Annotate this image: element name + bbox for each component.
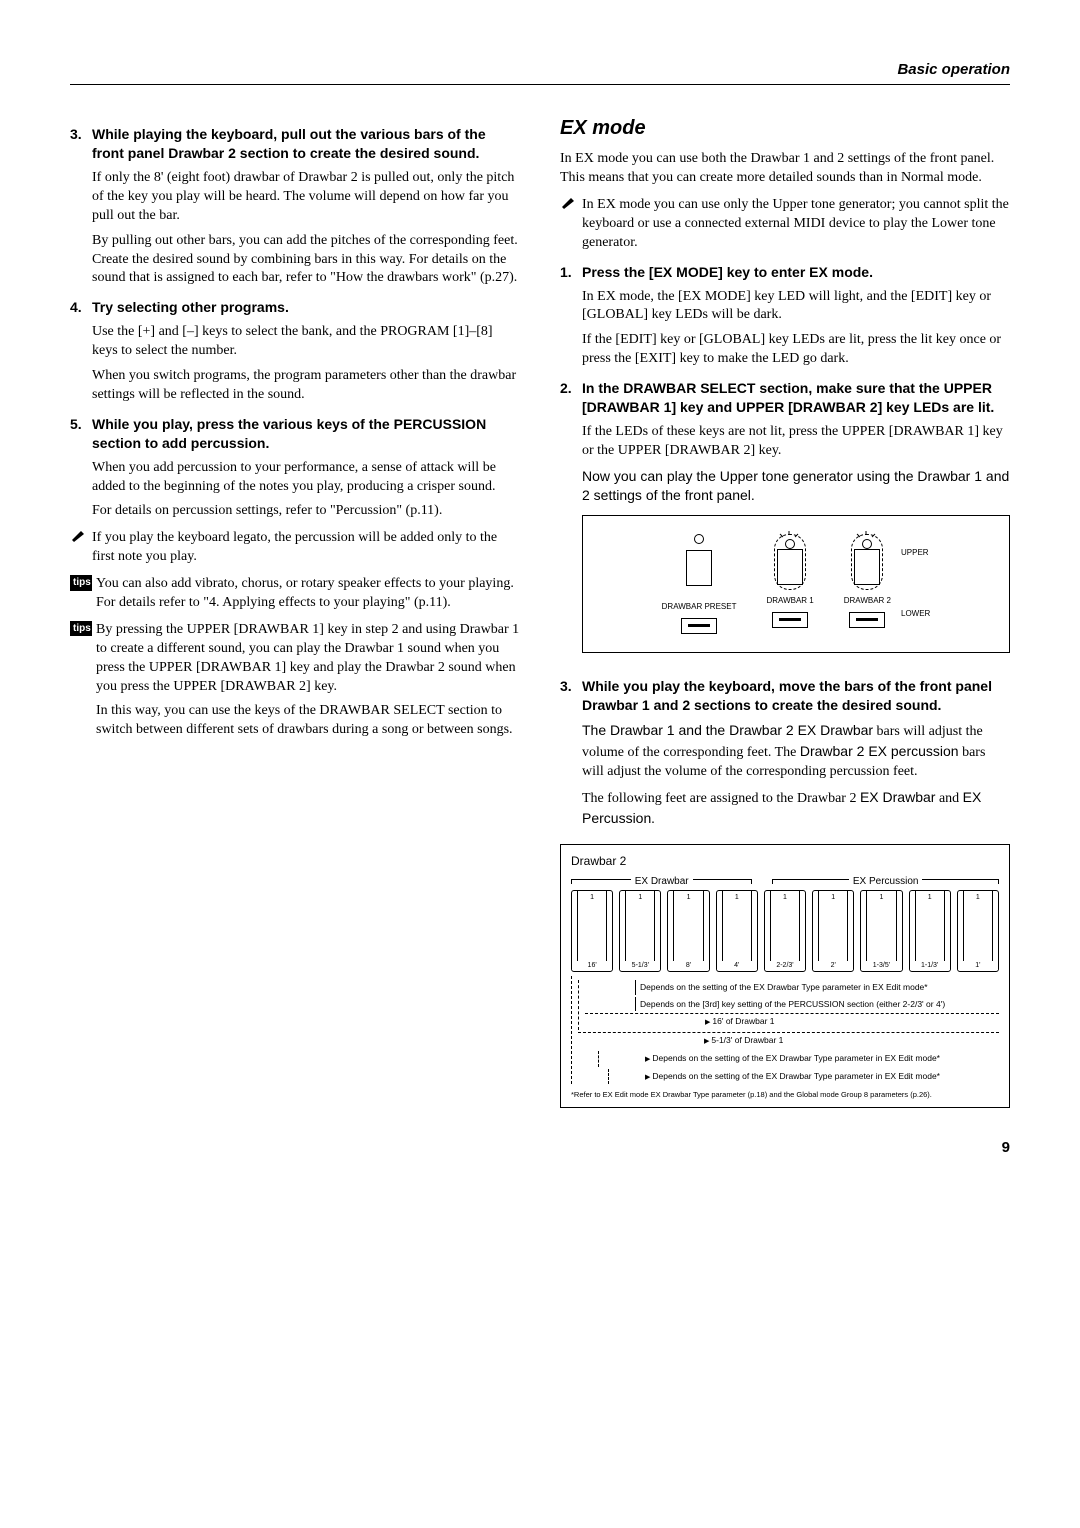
header-section-title: Basic operation <box>70 60 1010 80</box>
step-5-heading: While you play, press the various keys o… <box>92 415 520 453</box>
ex-step-1-body-1: In EX mode, the [EX MODE] key LED will l… <box>582 288 1010 326</box>
tips-icon: tips <box>70 575 92 591</box>
pencil-icon <box>560 196 582 214</box>
button-icon <box>777 549 803 585</box>
ex-step-3-heading: While you play the keyboard, move the ba… <box>582 677 1010 715</box>
db2-annot-3: 16' of Drawbar 1 <box>585 1013 999 1030</box>
ex-step-3-body-2: The following feet are assigned to the D… <box>582 788 1010 830</box>
step-4-body-1: Use the [+] and [–] keys to select the b… <box>92 323 520 361</box>
dsel-label-drawbar2: DRAWBAR 2 <box>844 596 891 607</box>
step-5: 5. While you play, press the various key… <box>70 415 520 453</box>
note-ex-upper-only-text: In EX mode you can use only the Upper to… <box>582 196 1010 253</box>
db2-ex-percussion-label: EX Percussion <box>853 875 919 889</box>
ex-step-1-heading: Press the [EX MODE] key to enter EX mode… <box>582 264 873 280</box>
drawbar-icon: 12-2/3' <box>764 890 806 972</box>
db2-annot-6: Depends on the setting of the EX Drawbar… <box>615 1069 999 1085</box>
drawbar-select-diagram: DRAWBAR PRESET DRAWBAR 1 <box>582 515 1010 654</box>
drawbar-icon: 15-1/3' <box>619 890 661 972</box>
drawbar-icon: 11' <box>957 890 999 972</box>
ex-step-3-body-1: The Drawbar 1 and the Drawbar 2 EX Drawb… <box>582 721 1010 782</box>
ex-step-2-body-1: If the LEDs of these keys are not lit, p… <box>582 423 1010 461</box>
step-3-body-1: If only the 8' (eight foot) drawbar of D… <box>92 169 520 226</box>
db2-annot-5: Depends on the setting of the EX Drawbar… <box>605 1051 999 1067</box>
tip-drawbar-switch: tips By pressing the UPPER [DRAWBAR 1] k… <box>70 621 520 740</box>
drawbar-icon: 12' <box>812 890 854 972</box>
ex-step-1: 1. Press the [EX MODE] key to enter EX m… <box>560 263 1010 326</box>
ex-step-2: 2. In the DRAWBAR SELECT section, make s… <box>560 379 1010 417</box>
button-lower-icon <box>849 612 885 628</box>
dsel-label-drawbar1: DRAWBAR 1 <box>766 596 813 607</box>
led-lit-icon <box>862 539 872 549</box>
ex-step-2-number: 2. <box>560 379 582 398</box>
step-5-number: 5. <box>70 415 92 434</box>
drawbar-icon: 11-3/5' <box>860 890 902 972</box>
drawbar-icon: 18' <box>667 890 709 972</box>
dsel-label-upper: UPPER <box>901 548 930 559</box>
tips-icon: tips <box>70 621 92 637</box>
db2-annot-1: Depends on the setting of the EX Drawbar… <box>635 980 999 995</box>
ex-step-3: 3. While you play the keyboard, move the… <box>560 677 1010 715</box>
step-4-body-2: When you switch programs, the program pa… <box>92 367 520 405</box>
ex-step-1-body-2: If the [EDIT] key or [GLOBAL] key LEDs a… <box>582 331 1010 369</box>
dsel-col-drawbar1: DRAWBAR 1 <box>766 534 813 629</box>
ex-mode-intro: In EX mode you can use both the Drawbar … <box>560 150 1010 188</box>
step-3: 3. While playing the keyboard, pull out … <box>70 125 520 163</box>
db2-drawbar-row: 116' 15-1/3' 18' 14' 12-2/3' 12' 11-3/5'… <box>571 890 999 972</box>
tip-effects: tips You can also add vibrato, chorus, o… <box>70 575 520 613</box>
dashed-highlight-icon <box>851 534 883 590</box>
button-lower-icon <box>681 618 717 634</box>
right-column: EX mode In EX mode you can use both the … <box>560 115 1010 1107</box>
led-lit-icon <box>785 539 795 549</box>
ex-step-1-number: 1. <box>560 263 582 282</box>
note-ex-upper-only: In EX mode you can use only the Upper to… <box>560 196 1010 253</box>
drawbar-icon: 14' <box>716 890 758 972</box>
led-icon <box>694 534 704 544</box>
db2-title: Drawbar 2 <box>571 853 999 869</box>
ex-step-2-body-2: Now you can play the Upper tone generato… <box>582 467 1010 505</box>
dashed-highlight-icon <box>774 534 806 590</box>
drawbar-icon: 11-1/3' <box>909 890 951 972</box>
note-legato: If you play the keyboard legato, the per… <box>70 529 520 567</box>
button-icon <box>686 550 712 586</box>
drawbar-icon: 116' <box>571 890 613 972</box>
step-4-heading: Try selecting other programs. <box>92 298 520 317</box>
dsel-col-drawbar2: DRAWBAR 2 <box>844 534 891 629</box>
dsel-label-preset: DRAWBAR PRESET <box>662 602 737 613</box>
ex-step-3-number: 3. <box>560 677 582 696</box>
ex-step-2-heading: In the DRAWBAR SELECT section, make sure… <box>582 379 1010 417</box>
step-4: 4. Try selecting other programs. <box>70 298 520 317</box>
left-column: 3. While playing the keyboard, pull out … <box>70 115 520 1107</box>
step-5-body-1: When you add percussion to your performa… <box>92 459 520 497</box>
tip-drawbar-switch-text: By pressing the UPPER [DRAWBAR 1] key in… <box>96 621 520 697</box>
step-3-number: 3. <box>70 125 92 144</box>
header-rule <box>70 84 1010 85</box>
db2-annot-2: Depends on the [3rd] key setting of the … <box>635 997 999 1012</box>
step-3-heading: While playing the keyboard, pull out the… <box>92 125 520 163</box>
tip-drawbar-switch-text-2: In this way, you can use the keys of the… <box>96 702 520 740</box>
dsel-label-lower: LOWER <box>901 609 930 620</box>
dsel-col-preset: DRAWBAR PRESET <box>662 534 737 635</box>
button-lower-icon <box>772 612 808 628</box>
step-5-body-2: For details on percussion settings, refe… <box>92 502 520 521</box>
pencil-icon <box>70 529 92 547</box>
db2-ex-drawbar-label: EX Drawbar <box>635 875 689 889</box>
note-legato-text: If you play the keyboard legato, the per… <box>92 529 520 567</box>
drawbar2-diagram: Drawbar 2 EX Drawbar EX Percussion 116' … <box>560 844 1010 1108</box>
page-number: 9 <box>70 1138 1010 1158</box>
db2-annot-4: 5-1/3' of Drawbar 1 <box>578 1032 999 1049</box>
step-4-number: 4. <box>70 298 92 317</box>
step-3-body-2: By pulling out other bars, you can add t… <box>92 232 520 289</box>
button-icon <box>854 549 880 585</box>
ex-mode-heading: EX mode <box>560 115 1010 142</box>
db2-footnote: *Refer to EX Edit mode EX Drawbar Type p… <box>571 1090 999 1100</box>
tip-effects-text: You can also add vibrato, chorus, or rot… <box>92 575 520 613</box>
